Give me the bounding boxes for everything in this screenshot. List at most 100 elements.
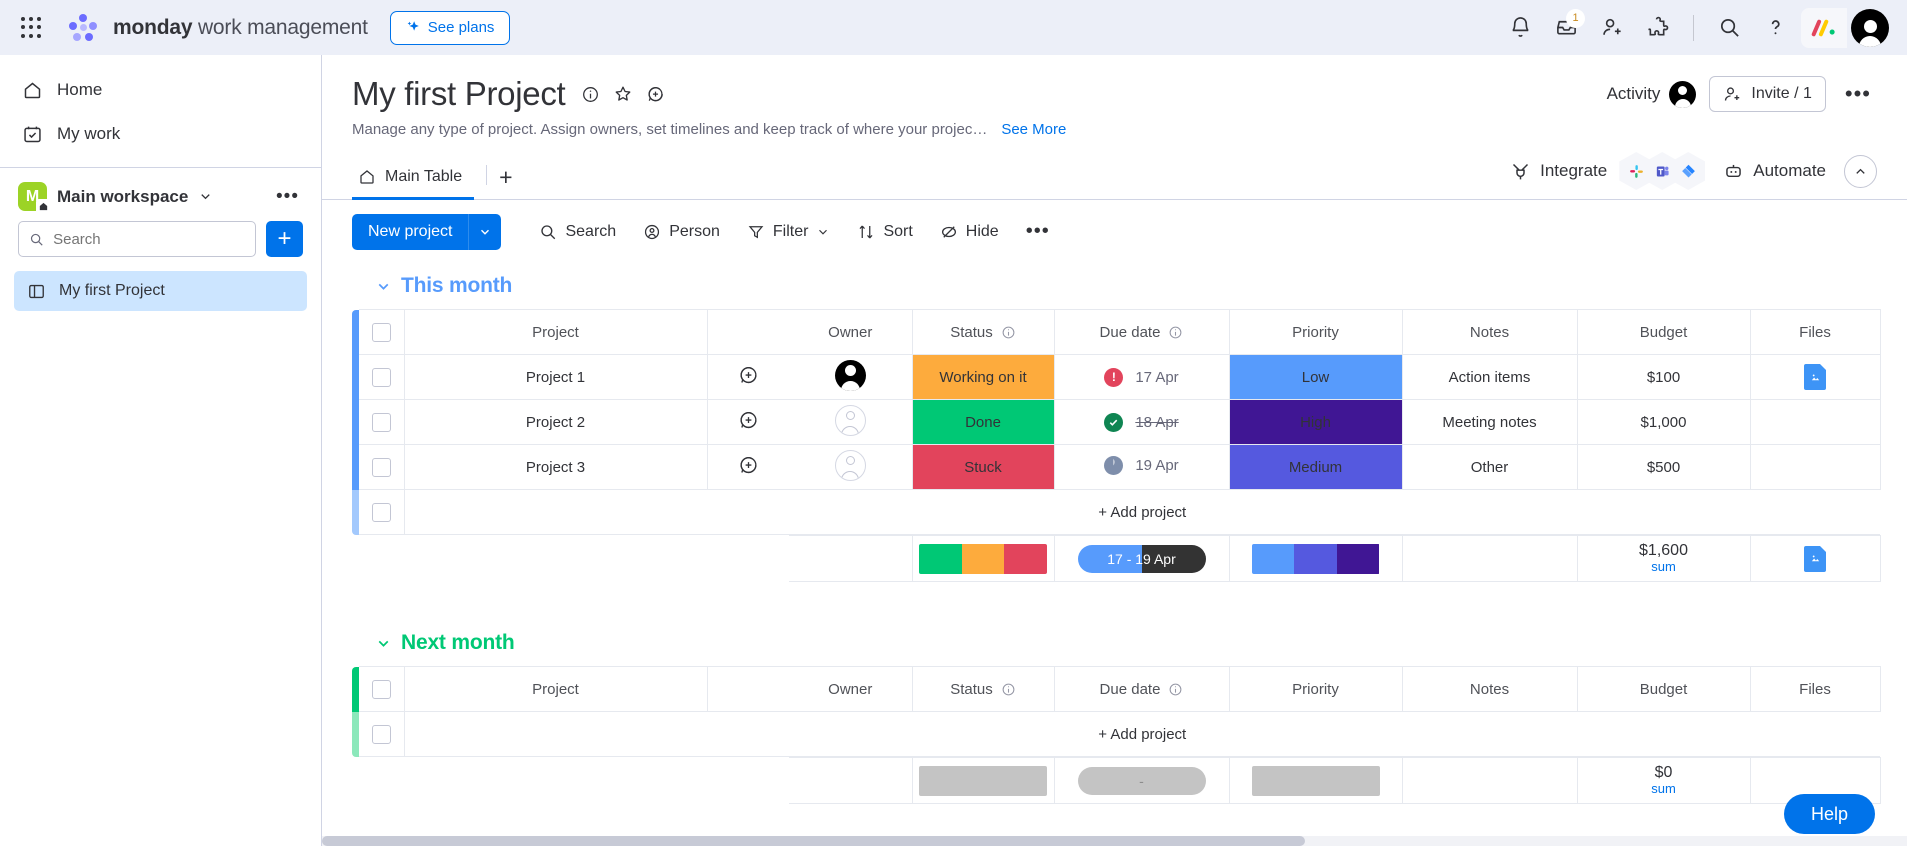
toolbar-more-button[interactable]: ••• xyxy=(1015,213,1061,250)
inbox-icon[interactable]: 1 xyxy=(1546,8,1586,48)
table-row[interactable]: Project 1 Working on it ! 17 Apr Low Act… xyxy=(352,354,1881,400)
cell-status[interactable]: Stuck xyxy=(912,444,1055,490)
column-header-priority[interactable]: Priority xyxy=(1229,666,1403,712)
add-project-row[interactable]: + Add project xyxy=(352,489,1880,535)
brand-logo-area[interactable]: monday work management xyxy=(68,13,368,43)
cell-budget[interactable]: $100 xyxy=(1577,354,1751,400)
column-header-status[interactable]: Status xyxy=(912,666,1055,712)
cell-files[interactable] xyxy=(1750,444,1881,490)
activity-button[interactable]: Activity xyxy=(1607,80,1697,108)
help-button[interactable]: Help xyxy=(1783,794,1875,834)
workspace-selector[interactable]: M Main workspace ••• xyxy=(0,174,321,217)
table-row[interactable]: Project 3 Stuck 19 Apr Medium Other $500 xyxy=(352,444,1881,490)
row-select-cell[interactable] xyxy=(359,444,405,490)
invite-button[interactable]: Invite / 1 xyxy=(1709,76,1826,112)
cell-status[interactable]: Working on it xyxy=(912,354,1055,400)
select-all-checkbox[interactable] xyxy=(371,322,391,342)
column-header-project[interactable]: Project xyxy=(404,666,708,712)
add-update-icon[interactable] xyxy=(646,85,665,104)
new-project-button[interactable]: New project xyxy=(352,213,502,250)
info-icon[interactable] xyxy=(1001,682,1016,697)
row-select-cell[interactable] xyxy=(359,711,405,757)
invite-member-icon[interactable] xyxy=(1592,8,1632,48)
favorite-star-icon[interactable] xyxy=(613,84,633,104)
chevron-down-icon[interactable] xyxy=(198,189,213,204)
cell-priority[interactable]: Low xyxy=(1229,354,1403,400)
column-header-budget[interactable]: Budget xyxy=(1577,309,1751,355)
user-avatar[interactable] xyxy=(1851,8,1889,47)
cell-budget[interactable]: $1,000 xyxy=(1577,399,1751,445)
sidebar-item-home[interactable]: Home xyxy=(8,69,313,111)
add-project-label[interactable]: + Add project xyxy=(404,711,1880,757)
cell-files[interactable] xyxy=(1750,354,1881,400)
cell-notes[interactable]: Other xyxy=(1402,444,1578,490)
cell-owner[interactable] xyxy=(789,354,913,400)
board-info-icon[interactable] xyxy=(581,85,600,104)
column-header-project[interactable]: Project xyxy=(404,309,708,355)
sidebar-item-my-first-project[interactable]: My first Project xyxy=(14,271,307,311)
search-icon[interactable] xyxy=(1709,8,1749,48)
column-header-files[interactable]: Files xyxy=(1750,309,1881,355)
collapse-header-button[interactable] xyxy=(1844,154,1877,188)
cell-due-date[interactable]: 19 Apr xyxy=(1054,444,1230,490)
summary-status[interactable] xyxy=(912,535,1055,582)
integrate-button[interactable]: Integrate xyxy=(1510,152,1706,190)
cell-notes[interactable]: Action items xyxy=(1402,354,1578,400)
toolbar-person-button[interactable]: Person xyxy=(632,216,731,248)
toolbar-search-button[interactable]: Search xyxy=(528,216,627,248)
automate-button[interactable]: Automate xyxy=(1723,161,1826,182)
table-row[interactable]: Project 2 Done 18 Apr High Meeting notes… xyxy=(352,399,1881,445)
tab-main-table[interactable]: Main Table xyxy=(352,160,475,200)
column-header-files[interactable]: Files xyxy=(1750,666,1881,712)
info-icon[interactable] xyxy=(1001,325,1016,340)
row-checkbox[interactable] xyxy=(371,367,391,387)
cell-project[interactable]: Project 2 xyxy=(404,399,708,445)
cell-notes[interactable]: Meeting notes xyxy=(1402,399,1578,445)
add-project-row[interactable]: + Add project xyxy=(352,711,1880,757)
summary-budget[interactable]: $0 sum xyxy=(1577,757,1751,804)
row-checkbox[interactable] xyxy=(371,502,391,522)
column-header-due-date[interactable]: Due date xyxy=(1054,309,1230,355)
apps-marketplace-icon[interactable] xyxy=(1638,8,1678,48)
cell-due-date[interactable]: ! 17 Apr xyxy=(1054,354,1230,400)
summary-status[interactable] xyxy=(912,757,1055,804)
info-icon[interactable] xyxy=(1168,682,1183,697)
toolbar-sort-button[interactable]: Sort xyxy=(846,216,923,248)
summary-due-date[interactable]: 17 - 19 Apr xyxy=(1054,535,1230,582)
add-view-button[interactable]: + xyxy=(499,164,512,199)
group-collapse-icon[interactable] xyxy=(375,635,392,652)
toolbar-hide-button[interactable]: Hide xyxy=(929,216,1010,248)
cell-add-update[interactable] xyxy=(707,444,789,490)
chevron-down-icon[interactable] xyxy=(816,225,830,239)
search-input-wrapper[interactable] xyxy=(18,221,256,257)
group-collapse-icon[interactable] xyxy=(375,278,392,295)
monday-product-switcher-icon[interactable] xyxy=(1801,7,1847,48)
column-header-due-date[interactable]: Due date xyxy=(1054,666,1230,712)
column-header-budget[interactable]: Budget xyxy=(1577,666,1751,712)
column-header-owner[interactable]: Owner xyxy=(789,666,913,712)
cell-owner[interactable] xyxy=(789,399,913,445)
horizontal-scrollbar[interactable] xyxy=(322,836,1907,846)
column-header-notes[interactable]: Notes xyxy=(1402,309,1578,355)
search-input[interactable] xyxy=(53,230,245,248)
see-plans-button[interactable]: See plans xyxy=(389,10,511,45)
summary-due-date[interactable]: - xyxy=(1054,757,1230,804)
cell-project[interactable]: Project 1 xyxy=(404,354,708,400)
cell-add-update[interactable] xyxy=(707,399,789,445)
toolbar-filter-button[interactable]: Filter xyxy=(736,216,842,248)
help-question-icon[interactable] xyxy=(1755,8,1795,48)
scrollbar-thumb[interactable] xyxy=(322,836,1305,846)
board-more-menu-button[interactable]: ••• xyxy=(1839,81,1877,107)
cell-add-update[interactable] xyxy=(707,354,789,400)
workspace-menu-button[interactable]: ••• xyxy=(276,186,303,208)
column-header-owner[interactable]: Owner xyxy=(789,309,913,355)
cell-owner[interactable] xyxy=(789,444,913,490)
apps-grid-icon[interactable] xyxy=(18,15,44,41)
row-select-cell[interactable] xyxy=(359,399,405,445)
row-select-cell[interactable] xyxy=(359,489,405,535)
add-project-label[interactable]: + Add project xyxy=(404,489,1880,535)
summary-files[interactable] xyxy=(1750,535,1881,582)
summary-budget[interactable]: $1,600 sum xyxy=(1577,535,1751,582)
column-header-priority[interactable]: Priority xyxy=(1229,309,1403,355)
new-project-dropdown-button[interactable] xyxy=(468,213,502,250)
